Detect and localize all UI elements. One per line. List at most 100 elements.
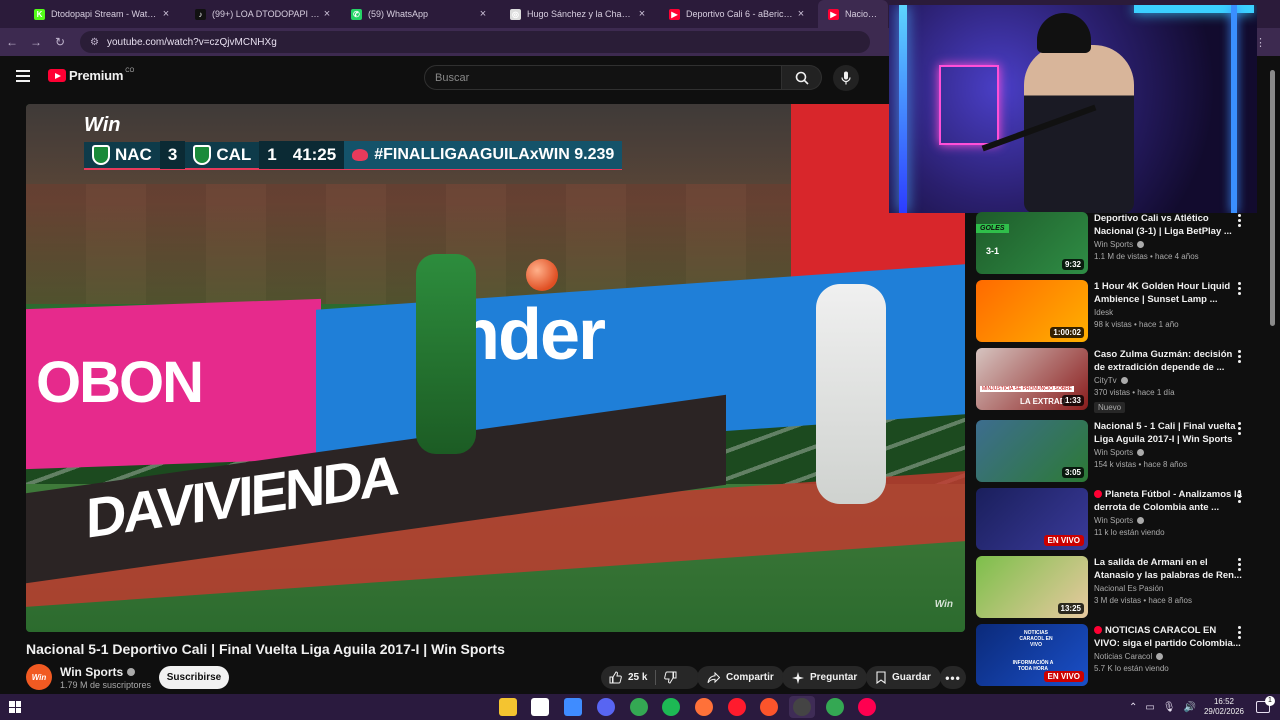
browser-tab[interactable]: ▶ Nacional 5-1	[818, 0, 888, 28]
thumbnail[interactable]: EN VIVO	[976, 488, 1088, 550]
volume-icon[interactable]: 🔊	[1184, 702, 1196, 713]
voice-search-button[interactable]	[833, 65, 859, 91]
url-text: youtube.com/watch?v=czQjvMCNHXg	[106, 36, 277, 48]
obs-icon[interactable]	[793, 698, 811, 716]
windows-start-icon[interactable]	[9, 701, 21, 713]
tiktok-icon[interactable]	[858, 698, 876, 716]
browser-tab[interactable]: ✆ (59) WhatsApp ×	[341, 0, 499, 28]
recommendation-item[interactable]: 13:25 La salida de Armani en el Atanasio …	[976, 556, 1256, 620]
thumbnail[interactable]: GOLES 3-1 9:32	[976, 212, 1088, 274]
page-scrollbar[interactable]	[1268, 70, 1276, 690]
thumbnail[interactable]: MINJUSTICIA SE PRONUNCIÓ SOBRE LA EXTRAD 1…	[976, 348, 1088, 410]
search-input[interactable]: Buscar	[424, 65, 782, 90]
forward-arrow-icon[interactable]: →	[24, 35, 48, 49]
recommendation-title[interactable]: La salida de Armani en el Atanasio y las…	[1094, 556, 1242, 583]
new-badge: Nuevo	[1094, 402, 1126, 413]
back-arrow-icon[interactable]: ←	[0, 35, 24, 49]
kebab-menu-icon[interactable]	[1238, 214, 1242, 227]
recommendation-item[interactable]: GOLES 3-1 9:32 Deportivo Cali vs Atlético N…	[976, 212, 1256, 276]
recommendation-item[interactable]: EN VIVO Planeta Fútbol - Analizamos la de…	[976, 488, 1256, 552]
recommendation-channel[interactable]: Win Sports	[1094, 516, 1242, 525]
tab-favicon-icon: ✆	[351, 8, 362, 20]
close-tab-icon[interactable]: ×	[160, 8, 172, 20]
recommendation-item[interactable]: 3:05 Nacional 5 - 1 Cali | Final vuelta L…	[976, 420, 1256, 484]
recommendation-meta: 5.7 K lo están viendo	[1094, 664, 1169, 673]
kebab-menu-icon[interactable]	[1238, 626, 1242, 639]
brave-icon[interactable]	[760, 698, 778, 716]
channel-avatar[interactable]: Win	[26, 664, 52, 690]
recommendation-channel[interactable]: Win Sports	[1094, 448, 1242, 457]
browser-tab[interactable]: ◎ Hugo Sánchez y la Champions×	[500, 0, 658, 28]
subscribe-button[interactable]: Suscribirse	[159, 666, 229, 689]
discord-icon[interactable]	[597, 698, 615, 716]
chrome-icon[interactable]	[630, 698, 648, 716]
home-team: NAC	[115, 145, 152, 164]
kebab-menu-icon[interactable]	[1238, 422, 1242, 435]
kebab-menu-icon[interactable]	[1238, 350, 1242, 363]
browser-tab[interactable]: K Dtodopapi Stream - Watch Live×	[24, 0, 182, 28]
close-tab-icon[interactable]: ×	[636, 8, 648, 20]
thumb-tag: GOLES	[976, 224, 1009, 233]
search-button[interactable]	[782, 65, 822, 90]
recommendation-channel[interactable]: CityTv	[1094, 376, 1242, 385]
spotify-icon[interactable]	[662, 698, 680, 716]
kebab-menu-icon[interactable]	[1238, 282, 1242, 295]
recommendation-item[interactable]: MINJUSTICIA SE PRONUNCIÓ SOBRE LA EXTRAD 1…	[976, 348, 1256, 415]
chevron-up-icon[interactable]: ⌃	[1129, 702, 1137, 713]
dislike-button[interactable]	[656, 666, 685, 689]
channel-name[interactable]: Win Sports	[60, 665, 136, 679]
more-actions-button[interactable]: •••	[940, 666, 966, 689]
firefox-icon[interactable]	[695, 698, 713, 716]
share-button[interactable]: Compartir	[697, 666, 784, 689]
reload-icon[interactable]: ↻	[48, 35, 72, 49]
menu-icon[interactable]	[16, 70, 30, 82]
thumbnail[interactable]: 1:00:02	[976, 280, 1088, 342]
app-icon[interactable]	[564, 698, 582, 716]
recommendation-title[interactable]: NOTICIAS CARACOL EN VIVO: siga el partid…	[1094, 624, 1242, 651]
url-field[interactable]: ⚙ youtube.com/watch?v=czQjvMCNHXg	[80, 31, 870, 53]
save-button[interactable]: Guardar	[866, 666, 941, 689]
player-figure	[416, 254, 476, 454]
site-info-icon[interactable]: ⚙	[90, 37, 99, 48]
opera-icon[interactable]	[728, 698, 746, 716]
thumbnail[interactable]: 3:05	[976, 420, 1088, 482]
browser-tab[interactable]: ♪ (99+) LOA DTODOPAPI (@dtodo×	[185, 0, 343, 28]
country-code: CO	[125, 68, 135, 74]
close-tab-icon[interactable]: ×	[321, 8, 333, 20]
neon-light	[1231, 5, 1237, 213]
thumbnail[interactable]: 13:25	[976, 556, 1088, 618]
microphone-tray-icon[interactable]: 🎙	[1163, 702, 1176, 713]
recommendation-title[interactable]: 1 Hour 4K Golden Hour Liquid Ambience | …	[1094, 280, 1242, 307]
recommendation-item[interactable]: NOTICIAS CARACOL EN VIVO INFORMACIÓN A TO…	[976, 624, 1256, 688]
recommendation-info: Caso Zulma Guzmán: decisión de extradici…	[1094, 348, 1242, 415]
recommendation-title[interactable]: Planeta Fútbol - Analizamos la derrota d…	[1094, 488, 1242, 515]
recommendation-title[interactable]: Caso Zulma Guzmán: decisión de extradici…	[1094, 348, 1242, 375]
close-tab-icon[interactable]: ×	[795, 8, 807, 20]
clock[interactable]: 16:52 29/02/2026	[1204, 697, 1244, 717]
recommendation-channel[interactable]: Nacional Es Pasión	[1094, 584, 1242, 593]
thumbnail[interactable]: NOTICIAS CARACOL EN VIVO INFORMACIÓN A TO…	[976, 624, 1088, 686]
video-player[interactable]: OBON nder DAVIVIENDA Win NAC 3 CAL 1 41:…	[26, 104, 965, 632]
ask-button[interactable]: Preguntar	[782, 666, 868, 689]
verified-icon	[127, 668, 136, 676]
network-icon[interactable]: ▭	[1145, 702, 1154, 713]
file-explorer-icon[interactable]	[499, 698, 517, 716]
kebab-menu-icon[interactable]	[1238, 490, 1242, 503]
recommendation-channel[interactable]: Idesk	[1094, 308, 1242, 317]
store-icon[interactable]	[531, 698, 549, 716]
kebab-menu-icon[interactable]	[1238, 558, 1242, 571]
youtube-logo[interactable]: Premium CO	[48, 68, 134, 83]
scrollbar-thumb[interactable]	[1270, 70, 1275, 326]
recommendation-channel[interactable]: Noticias Caracol	[1094, 652, 1242, 661]
chrome-alt-icon[interactable]	[826, 698, 844, 716]
close-tab-icon[interactable]: ×	[477, 8, 489, 20]
player-figure	[816, 284, 886, 504]
recommendation-item[interactable]: 1:00:02 1 Hour 4K Golden Hour Liquid Ambi…	[976, 280, 1256, 344]
notification-icon[interactable]: 1	[1256, 696, 1275, 713]
recommendation-title[interactable]: Deportivo Cali vs Atlético Nacional (3-1…	[1094, 212, 1242, 239]
recommendation-meta: 370 vistas • hace 1 día	[1094, 388, 1175, 397]
recommendation-channel[interactable]: Win Sports	[1094, 240, 1242, 249]
like-button[interactable]: 25 k	[601, 666, 655, 689]
browser-tab[interactable]: ▶ Deportivo Cali 6 - aBerica 3 - 1×	[659, 0, 817, 28]
recommendation-title[interactable]: Nacional 5 - 1 Cali | Final vuelta Liga …	[1094, 420, 1242, 447]
